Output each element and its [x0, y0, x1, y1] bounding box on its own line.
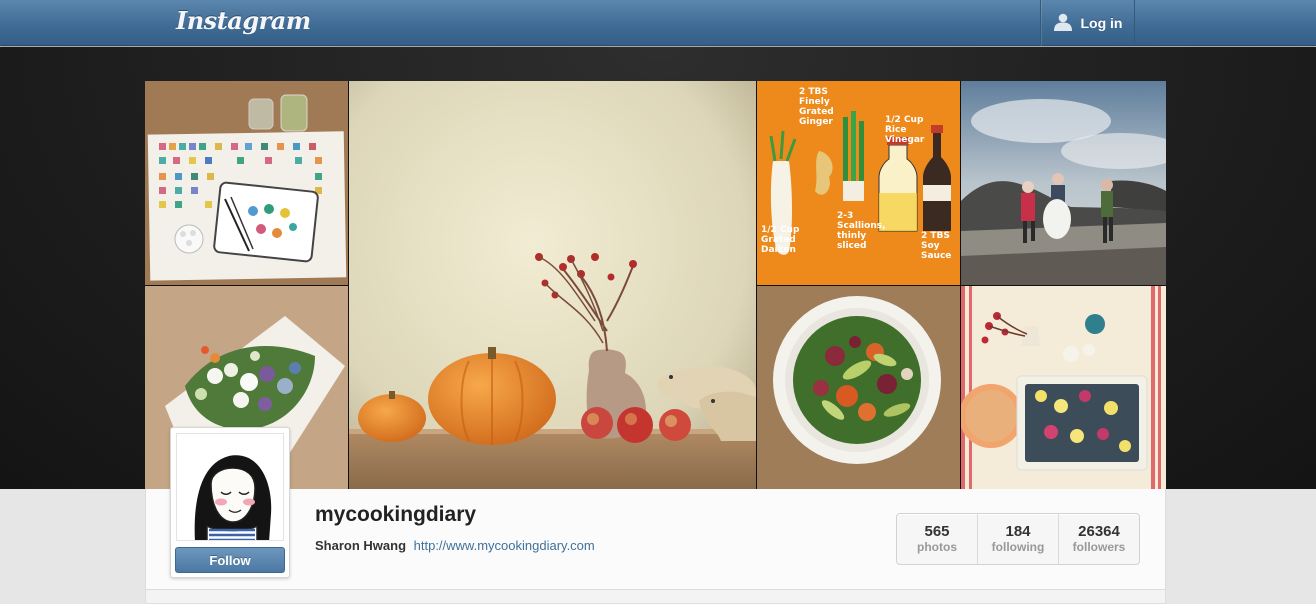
beach-people-photo[interactable] — [961, 81, 1166, 285]
recipe-text: Soy — [921, 241, 940, 251]
profile-website-link[interactable]: http://www.mycookingdiary.com — [414, 538, 595, 553]
recipe-text: Finely — [799, 97, 830, 107]
user-icon — [1053, 13, 1073, 34]
stat-followers[interactable]: 26364 followers — [1059, 514, 1139, 564]
recipe-text: 1/2 Cup — [761, 225, 800, 235]
recipe-text: thinly — [837, 231, 867, 241]
ginger-recipe-illustration-photo[interactable]: 2 TBS Finely Grated Ginger 1/2 Cup Rice … — [757, 81, 960, 285]
avatar[interactable] — [176, 433, 284, 541]
pumpkin-still-life-photo[interactable] — [349, 81, 756, 489]
recipe-text: Daikon — [761, 245, 796, 255]
recipe-text: Grated — [799, 107, 834, 117]
avatar-container: Follow — [170, 427, 290, 578]
recipe-text: Rice — [885, 125, 907, 135]
recipe-text: Sauce — [921, 251, 952, 261]
login-label: Log in — [1080, 15, 1123, 31]
recipe-text: 2 TBS — [799, 87, 828, 97]
stat-value: 565 — [924, 523, 950, 540]
recipe-text: Ginger — [799, 117, 833, 127]
recipe-text: 2-3 — [837, 211, 854, 221]
salad-bowl-photo[interactable] — [757, 286, 960, 489]
profile-full-name: Sharon Hwang — [315, 538, 407, 553]
login-button[interactable]: Log in — [1040, 0, 1135, 46]
profile-stats: 565 photos 184 following 26364 followers — [896, 513, 1140, 565]
photo-collage: 2 TBS Finely Grated Ginger 1/2 Cup Rice … — [145, 81, 1166, 489]
stat-value: 184 — [1005, 523, 1031, 540]
recipe-text: 1/2 Cup — [885, 115, 924, 125]
recipe-text: sliced — [837, 241, 867, 251]
watercolor-painting-photo[interactable] — [145, 81, 348, 285]
follow-button[interactable]: Follow — [175, 547, 285, 573]
stat-value: 26364 — [1078, 523, 1120, 540]
recipe-text: Vinegar — [885, 135, 925, 145]
stat-label: photos — [917, 540, 957, 554]
top-nav-bar: Instagram Log in — [0, 0, 1316, 46]
instagram-logo[interactable]: Instagram — [176, 6, 311, 35]
profile-username: mycookingdiary — [315, 503, 477, 526]
stat-label: following — [991, 540, 1045, 554]
profile-bio: Sharon Hwang http://www.mycookingdiary.c… — [315, 538, 595, 553]
profile-strip — [145, 590, 1166, 604]
stat-label: followers — [1072, 540, 1126, 554]
recipe-text: Grated — [761, 235, 796, 245]
recipe-text: Scallions, — [837, 221, 886, 231]
recipe-text: 2 TBS — [921, 231, 950, 241]
stat-following[interactable]: 184 following — [978, 514, 1059, 564]
table-setting-photo[interactable] — [961, 286, 1166, 489]
stat-photos[interactable]: 565 photos — [897, 514, 978, 564]
